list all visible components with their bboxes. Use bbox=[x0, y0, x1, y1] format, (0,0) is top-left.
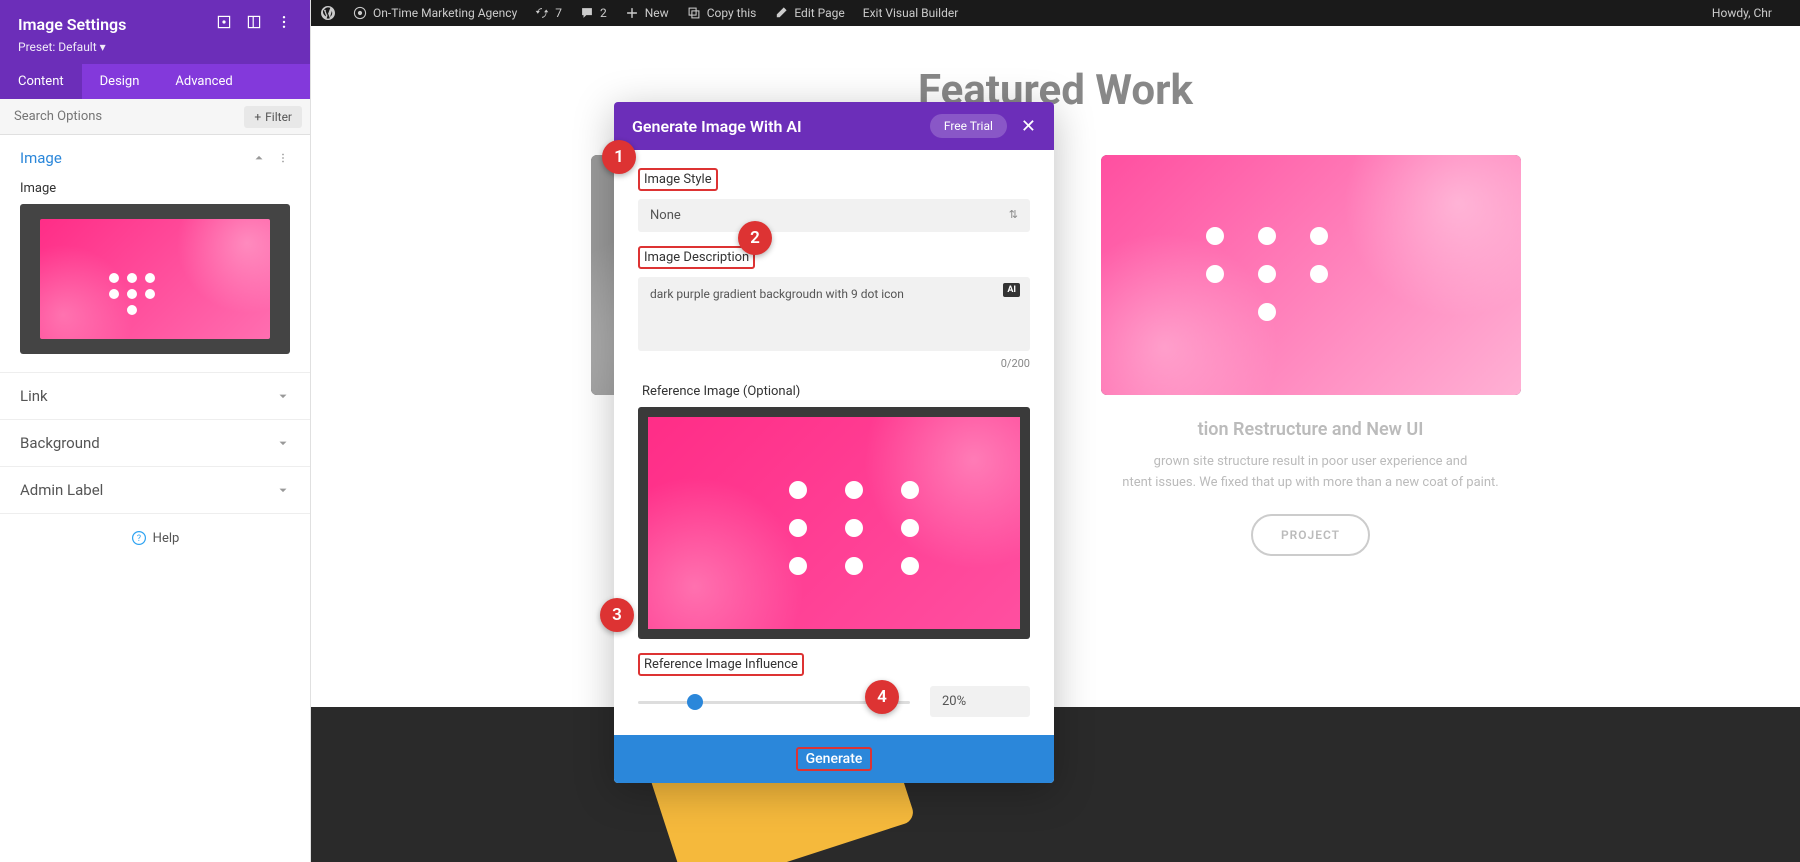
section-background: Background bbox=[0, 420, 310, 467]
section-link-title: Link bbox=[20, 387, 48, 405]
svg-text:?: ? bbox=[137, 534, 141, 544]
modal-title: Generate Image With AI bbox=[632, 117, 802, 136]
card-2-button[interactable]: PROJECT bbox=[1251, 514, 1370, 556]
edit-page-link[interactable]: Edit Page bbox=[774, 6, 844, 20]
new-label: New bbox=[645, 6, 669, 20]
more-vert-icon[interactable] bbox=[276, 151, 290, 165]
modal-header: Generate Image With AI Free Trial ✕ bbox=[614, 102, 1054, 150]
section-background-title: Background bbox=[20, 434, 100, 452]
chevron-down-icon bbox=[276, 483, 290, 497]
step-badge-4: 4 bbox=[865, 680, 899, 714]
footer-band bbox=[311, 707, 1800, 862]
image-style-select[interactable]: None bbox=[638, 199, 1030, 232]
step-badge-2: 2 bbox=[738, 221, 772, 255]
filter-button[interactable]: +Filter bbox=[244, 106, 302, 128]
modal-footer: Generate bbox=[614, 735, 1054, 783]
step-badge-3: 3 bbox=[600, 598, 634, 632]
more-icon[interactable] bbox=[276, 14, 292, 34]
section-image-title: Image bbox=[20, 149, 62, 167]
wp-logo[interactable] bbox=[321, 6, 335, 20]
panel-icon[interactable] bbox=[246, 14, 262, 34]
sidebar-header: Image Settings Preset: Default ▾ bbox=[0, 0, 310, 64]
page-canvas: Featured Work We Deeading VIEW P tion Re… bbox=[311, 26, 1800, 862]
section-link-header[interactable]: Link bbox=[0, 373, 310, 419]
section-admin-label-title: Admin Label bbox=[20, 481, 103, 499]
site-name-link[interactable]: On-Time Marketing Agency bbox=[353, 6, 517, 20]
settings-sidebar: Image Settings Preset: Default ▾ Content… bbox=[0, 0, 311, 862]
image-style-label: Image Style bbox=[638, 168, 718, 191]
ai-badge[interactable]: AI bbox=[1003, 283, 1020, 297]
exit-label: Exit Visual Builder bbox=[863, 6, 959, 20]
sidebar-title: Image Settings bbox=[18, 15, 126, 34]
comments-count: 2 bbox=[600, 6, 607, 20]
help-icon: ? bbox=[131, 530, 147, 546]
reference-image[interactable] bbox=[638, 407, 1030, 639]
section-image-header[interactable]: Image bbox=[0, 135, 310, 181]
section-background-header[interactable]: Background bbox=[0, 420, 310, 466]
influence-value[interactable]: 20% bbox=[930, 686, 1030, 717]
card-2-title: tion Restructure and New UI bbox=[1101, 419, 1521, 440]
tab-design[interactable]: Design bbox=[82, 64, 158, 99]
image-description-textarea[interactable] bbox=[638, 277, 1030, 351]
reference-image-label: Reference Image (Optional) bbox=[638, 382, 804, 401]
section-image: Image Image bbox=[0, 135, 310, 373]
updates-count: 7 bbox=[555, 6, 562, 20]
copy-label: Copy this bbox=[707, 6, 757, 20]
search-row: +Filter bbox=[0, 99, 310, 135]
image-field-label: Image bbox=[20, 181, 290, 196]
card-2-image[interactable] bbox=[1101, 155, 1521, 395]
help-label: Help bbox=[153, 531, 180, 546]
copy-link[interactable]: Copy this bbox=[687, 6, 757, 20]
help-link[interactable]: ? Help bbox=[0, 514, 310, 562]
new-link[interactable]: New bbox=[625, 6, 669, 20]
tab-advanced[interactable]: Advanced bbox=[157, 64, 250, 99]
generate-button[interactable]: Generate bbox=[796, 747, 873, 771]
sidebar-tabs: Content Design Advanced bbox=[0, 64, 310, 99]
slider-thumb[interactable] bbox=[687, 694, 703, 710]
chevron-down-icon bbox=[276, 436, 290, 450]
preset-label[interactable]: Preset: Default ▾ bbox=[18, 40, 292, 54]
step-badge-1: 1 bbox=[602, 140, 636, 174]
edit-label: Edit Page bbox=[794, 6, 844, 20]
tab-content[interactable]: Content bbox=[0, 64, 82, 99]
search-input[interactable] bbox=[0, 99, 244, 134]
section-admin-label-header[interactable]: Admin Label bbox=[0, 467, 310, 513]
wp-admin-bar: On-Time Marketing Agency 7 2 New Copy th… bbox=[311, 0, 1800, 26]
comments-link[interactable]: 2 bbox=[580, 6, 607, 20]
howdy-link[interactable]: Howdy, Chr bbox=[1712, 6, 1772, 20]
howdy-label: Howdy, Chr bbox=[1712, 6, 1772, 20]
close-icon[interactable]: ✕ bbox=[1021, 116, 1036, 137]
site-name: On-Time Marketing Agency bbox=[373, 6, 517, 20]
image-description-label: Image Description bbox=[638, 246, 755, 269]
updates-link[interactable]: 7 bbox=[535, 6, 562, 20]
page-heading: Featured Work bbox=[311, 66, 1800, 115]
chevron-down-icon bbox=[276, 389, 290, 403]
ai-image-modal: Generate Image With AI Free Trial ✕ Imag… bbox=[614, 102, 1054, 783]
free-trial-badge[interactable]: Free Trial bbox=[930, 114, 1007, 138]
focus-icon[interactable] bbox=[216, 14, 232, 34]
section-link: Link bbox=[0, 373, 310, 420]
card-2-desc: grown site structure result in poor user… bbox=[1101, 452, 1521, 494]
image-thumbnail[interactable] bbox=[20, 204, 290, 354]
chevron-up-icon bbox=[252, 151, 266, 165]
card-2: tion Restructure and New UI grown site s… bbox=[1101, 155, 1521, 556]
section-admin-label: Admin Label bbox=[0, 467, 310, 514]
exit-builder-link[interactable]: Exit Visual Builder bbox=[863, 6, 959, 20]
influence-label: Reference Image Influence bbox=[638, 653, 804, 676]
